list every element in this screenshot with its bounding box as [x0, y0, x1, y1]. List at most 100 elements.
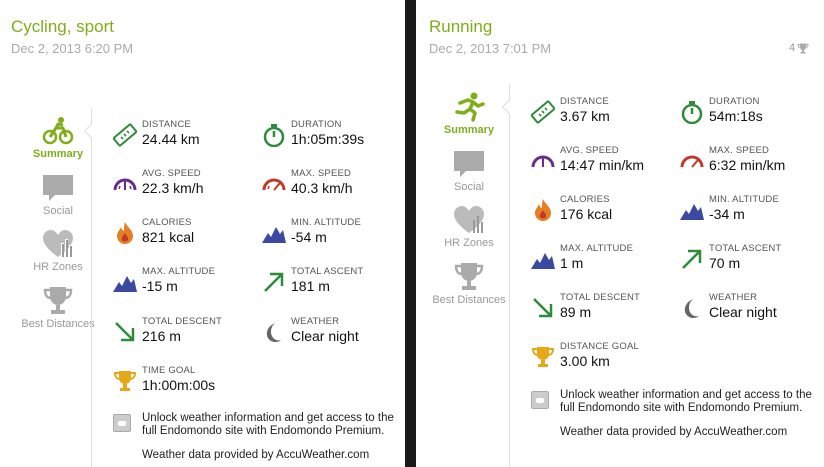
nav-label: Best Distances	[432, 294, 506, 306]
stat-total-descent: TOTAL DESCENT 216 m	[113, 316, 263, 356]
stopwatch-icon	[263, 124, 285, 147]
flame-icon	[117, 222, 133, 244]
nav-label: Summary	[443, 124, 495, 136]
stat-value: 1h:05m:39s	[291, 131, 365, 147]
speech-bubble-icon	[454, 151, 484, 177]
stat-calories: CALORIES 176 kcal	[531, 194, 681, 234]
stat-value: 3.67 km	[560, 108, 610, 124]
stat-weather: WEATHER Clear night	[680, 292, 824, 332]
stat-time-goal: TIME GOAL 1h:00m:00s	[113, 365, 263, 405]
stat-label: TOTAL ASCENT	[291, 266, 364, 277]
nav-divider	[91, 108, 92, 467]
stat-value: 6:32 min/km	[709, 157, 786, 173]
arrow-up-right-icon	[682, 249, 702, 269]
arrow-up-right-icon	[264, 272, 284, 292]
stat-value: 181 m	[291, 278, 330, 294]
mountain-icon	[680, 204, 704, 220]
stat-value: 14:47 min/km	[560, 157, 645, 173]
stat-label: WEATHER	[291, 316, 340, 327]
stat-max-speed: MAX. SPEED 40.3 km/h	[262, 168, 405, 208]
stat-label: DISTANCE	[560, 96, 609, 107]
stat-value: Clear night	[291, 328, 359, 344]
stat-label: DURATION	[709, 96, 760, 107]
mountain-icon	[113, 276, 137, 292]
stat-min-altitude: MIN. ALTITUDE -34 m	[680, 194, 824, 234]
stat-value: 1 m	[560, 255, 584, 271]
stat-distance: DISTANCE 3.67 km	[531, 96, 681, 136]
stat-label: CALORIES	[560, 194, 610, 205]
trophy-icon	[113, 371, 137, 391]
trophy-icon	[43, 287, 73, 314]
flame-icon	[535, 199, 551, 221]
premium-promo[interactable]: Unlock weather information and get acces…	[531, 389, 812, 439]
workout-title[interactable]: Cycling, sport	[11, 17, 114, 37]
speedometer-icon	[531, 155, 555, 168]
stat-label: TIME GOAL	[142, 365, 196, 376]
speedometer-icon	[680, 155, 704, 168]
stopwatch-icon	[681, 101, 703, 124]
speedometer-icon	[113, 178, 137, 191]
promo-credit: Weather data provided by AccuWeather.com	[142, 449, 370, 461]
stat-min-altitude: MIN. ALTITUDE -54 m	[262, 217, 405, 257]
stat-label: MIN. ALTITUDE	[709, 194, 779, 205]
nav-social[interactable]: Social	[431, 149, 507, 195]
weather-unlock-icon	[113, 414, 131, 432]
mountain-icon	[262, 227, 286, 243]
nav-hr-zones[interactable]: HR Zones	[20, 229, 96, 275]
stat-value: 3.00 km	[560, 353, 610, 369]
stat-label: WEATHER	[709, 292, 758, 303]
stat-label: MAX. SPEED	[709, 145, 770, 156]
workout-date: Dec 2, 2013 6:20 PM	[11, 41, 134, 56]
stat-label: DISTANCE GOAL	[560, 341, 639, 352]
stat-duration: DURATION 1h:05m:39s	[262, 119, 405, 159]
trophy-icon	[531, 347, 555, 367]
cyclist-icon	[42, 117, 74, 145]
nav-summary[interactable]: Summary	[431, 92, 507, 138]
stat-total-descent: TOTAL DESCENT 89 m	[531, 292, 681, 332]
nav-best-distances[interactable]: Best Distances	[431, 262, 507, 308]
heart-chart-icon	[43, 230, 73, 257]
nav-hr-zones[interactable]: HR Zones	[431, 205, 507, 251]
stat-max-speed: MAX. SPEED 6:32 min/km	[680, 145, 824, 185]
stat-label: TOTAL ASCENT	[709, 243, 782, 254]
promo-text: Unlock weather information and get acces…	[142, 412, 394, 437]
stat-avg-speed: AVG. SPEED 22.3 km/h	[113, 168, 263, 208]
panel-divider	[405, 0, 416, 467]
mountain-icon	[531, 253, 555, 269]
stat-value: 216 m	[142, 328, 181, 344]
stat-label: DURATION	[291, 119, 342, 130]
stat-label: TOTAL DESCENT	[560, 292, 641, 303]
nav-label: Social	[43, 205, 73, 217]
nav-social[interactable]: Social	[20, 173, 96, 219]
heart-chart-icon	[454, 206, 484, 233]
stat-distance: DISTANCE 24.44 km	[113, 119, 263, 159]
likes-count[interactable]: 4	[789, 42, 809, 54]
nav-label: HR Zones	[33, 261, 83, 273]
arrow-down-right-icon	[115, 322, 135, 342]
speedometer-icon	[262, 178, 286, 191]
stat-label: AVG. SPEED	[560, 145, 619, 156]
likes-value: 4	[789, 42, 796, 54]
stat-value: Clear night	[709, 304, 777, 320]
stat-total-ascent: TOTAL ASCENT 70 m	[680, 243, 824, 283]
arrow-down-right-icon	[533, 298, 553, 318]
stat-label: TOTAL DESCENT	[142, 316, 223, 327]
stat-label: MAX. ALTITUDE	[560, 243, 634, 254]
stat-value: -15 m	[142, 278, 178, 294]
nav-best-distances[interactable]: Best Distances	[20, 286, 96, 332]
stat-value: -54 m	[291, 229, 327, 245]
promo-credit: Weather data provided by AccuWeather.com	[560, 426, 788, 438]
stat-label: CALORIES	[142, 217, 192, 228]
premium-promo[interactable]: Unlock weather information and get acces…	[113, 412, 394, 462]
weather-unlock-icon	[531, 391, 549, 409]
stat-total-ascent: TOTAL ASCENT 181 m	[262, 266, 405, 306]
nav-label: Social	[454, 181, 484, 193]
stat-value: 176 kcal	[560, 206, 613, 222]
stat-avg-speed: AVG. SPEED 14:47 min/km	[531, 145, 681, 185]
workout-title[interactable]: Running	[429, 17, 492, 37]
nav-summary[interactable]: Summary	[20, 116, 96, 162]
moon-icon	[684, 299, 699, 319]
nav-label: HR Zones	[444, 237, 494, 249]
workout-date: Dec 2, 2013 7:01 PM	[429, 41, 552, 56]
moon-icon	[266, 323, 281, 343]
